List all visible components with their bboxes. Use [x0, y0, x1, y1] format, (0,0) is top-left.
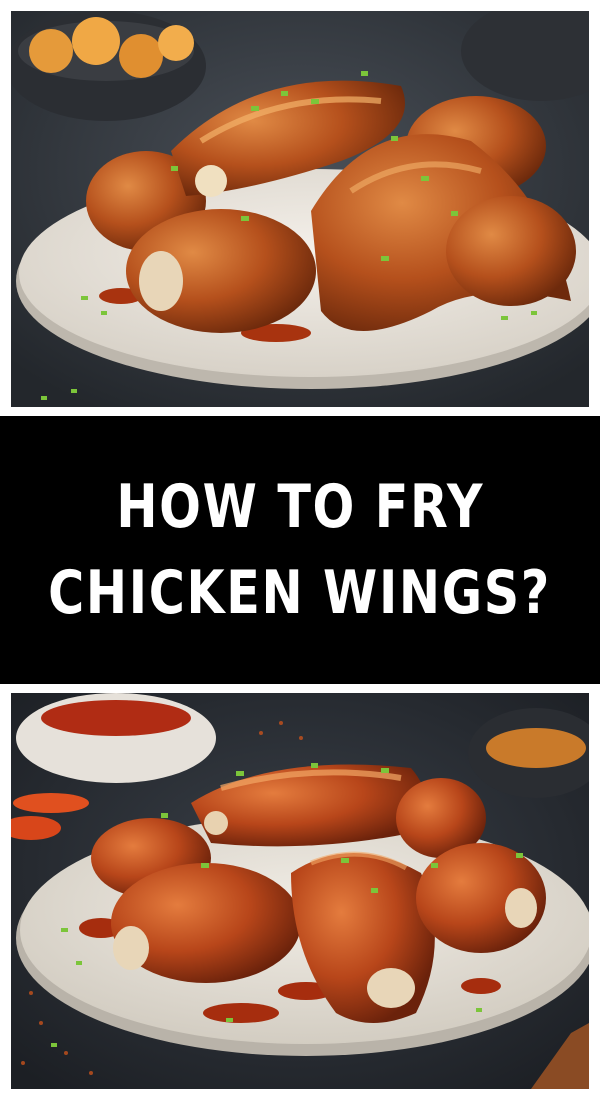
- saucy-chicken-wings-image: [11, 693, 589, 1089]
- title-banner: HOW TO FRY CHICKEN WINGS?: [0, 416, 600, 684]
- title-line-1: HOW TO FRY: [116, 472, 484, 542]
- title-line-2: CHICKEN WINGS?: [48, 558, 552, 628]
- bottom-food-photo: [11, 693, 589, 1089]
- top-food-photo: [11, 11, 589, 407]
- chicken-wings-plate-image: [11, 11, 589, 407]
